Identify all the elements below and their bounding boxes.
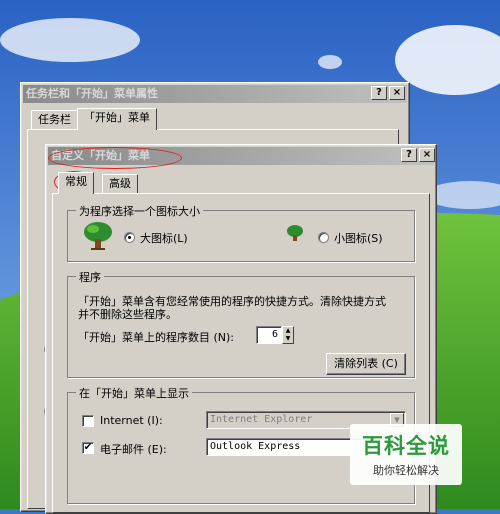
radio-small-icons[interactable] (318, 232, 329, 243)
close-button[interactable]: × (389, 86, 405, 100)
programs-group-label: 程序 (76, 269, 104, 285)
program-count-input[interactable]: 6 (256, 326, 282, 344)
small-tree-icon (287, 225, 303, 241)
title-highlight-circle (48, 147, 182, 169)
help-button[interactable]: ? (371, 86, 387, 100)
clear-list-button[interactable]: 清除列表 (C) (326, 353, 406, 375)
program-count-spinner[interactable]: ▲ ▼ (282, 326, 294, 344)
email-label: 电子邮件 (E): (100, 443, 167, 456)
tab-taskbar[interactable]: 任务栏 (31, 110, 78, 130)
program-count-label: 「开始」菜单上的程序数目 (N): (78, 331, 235, 344)
watermark-subtitle: 助你轻松解决 (373, 464, 439, 477)
small-icons-label: 小图标(S) (334, 232, 383, 245)
icon-size-group-label: 为程序选择一个图标大小 (76, 203, 203, 219)
watermark-logo: 百科全说 助你轻松解决 (350, 424, 462, 485)
dialog-help-button[interactable]: ? (401, 148, 417, 162)
show-group-label: 在「开始」菜单上显示 (76, 385, 192, 401)
radio-large-icons[interactable] (124, 232, 135, 243)
large-icons-label: 大图标(L) (140, 232, 188, 245)
email-checkbox[interactable]: ✔ (82, 442, 94, 454)
internet-checkbox[interactable] (82, 415, 94, 427)
large-tree-icon (84, 222, 112, 250)
watermark-title: 百科全说 (362, 434, 450, 458)
programs-description-line2: 并不删除这些程序。 (78, 308, 177, 321)
programs-group: 程序 「开始」菜单含有您经常使用的程序的快捷方式。清除快捷方式 并不删除这些程序… (67, 269, 415, 378)
window-title: 任务栏和「开始」菜单属性 (26, 87, 158, 100)
dialog-close-button[interactable]: × (419, 148, 435, 162)
tab-start-menu[interactable]: 「开始」菜单 (77, 108, 157, 130)
taskbar-properties-titlebar[interactable]: 任务栏和「开始」菜单属性 (23, 85, 407, 103)
tab-general[interactable]: 常规 (58, 172, 94, 194)
internet-label: Internet (I): (100, 414, 163, 427)
icon-size-group: 为程序选择一个图标大小 大图标(L) 小图标(S) (67, 203, 415, 262)
tab-advanced[interactable]: 高级 (102, 174, 138, 194)
